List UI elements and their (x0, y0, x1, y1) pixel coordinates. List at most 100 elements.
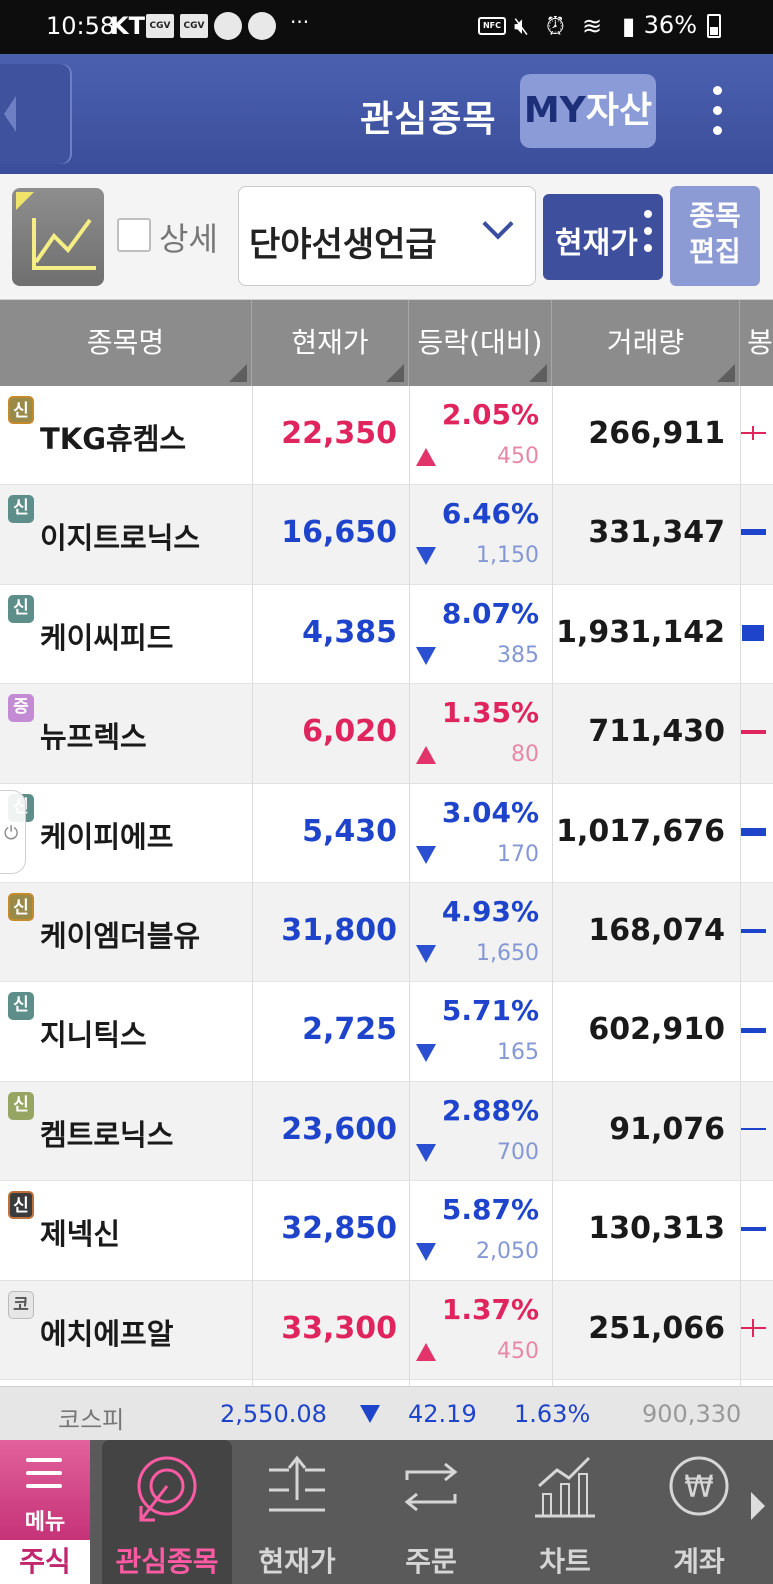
stock-price: 2,725 (302, 1012, 397, 1048)
price-mode-button[interactable]: 현재가 (543, 194, 663, 280)
price-mode-label: 현재가 (555, 226, 638, 261)
price-list-icon (269, 1455, 325, 1512)
battery-icon (707, 14, 721, 38)
stock-name: 지니틱스 (40, 1018, 147, 1053)
cgv-notification-icon: CGV (146, 14, 174, 38)
candle-icon (740, 730, 766, 735)
change-percent: 5.71% (441, 994, 539, 1028)
more-options-icon[interactable] (710, 86, 724, 136)
table-row[interactable]: 신 이지트로닉스 16,650 6.46% 1,150 331,347 (0, 485, 773, 585)
status-carrier: KT (110, 12, 145, 40)
stock-name: 케이피에프 (40, 819, 174, 854)
candle-icon (740, 426, 766, 440)
column-header-volume[interactable]: 거래량 (552, 300, 740, 386)
column-divider (409, 386, 410, 1386)
table-row[interactable]: 신 지니틱스 2,725 5.71% 165 602,910 (0, 982, 773, 1082)
up-arrow-icon (416, 448, 436, 466)
change-amount: 1,650 (476, 940, 539, 966)
hamburger-icon (26, 1458, 62, 1497)
candle-icon (742, 624, 764, 641)
candle-icon (740, 1318, 766, 1337)
stock-volume: 168,074 (588, 912, 725, 948)
table-row[interactable]: 신 제넥신 32,850 5.87% 2,050 130,313 (0, 1181, 773, 1281)
bar-chart-icon (535, 1456, 595, 1518)
change-percent: 3.04% (441, 795, 539, 829)
credit-badge: 신 (8, 1091, 34, 1120)
candle-icon (740, 928, 766, 933)
stock-name: 켐트로닉스 (40, 1117, 174, 1152)
stock-volume: 130,313 (588, 1211, 725, 1247)
edit-stocks-button[interactable]: 종목 편집 (670, 186, 760, 286)
candle-icon (740, 1227, 766, 1232)
table-row[interactable]: 신 켐트로닉스 23,600 2.88% 700 91,076 (0, 1081, 773, 1182)
nav-chart-label: 차트 (539, 1545, 591, 1578)
index-name: 코스피 (58, 1406, 125, 1434)
page-title: 관심종목 (360, 99, 497, 140)
app-header: 관심종목 MY자산 (0, 54, 773, 174)
stock-volume: 251,066 (588, 1310, 725, 1346)
starbucks-notification-icon (214, 12, 242, 40)
table-row[interactable]: 신 케이엠더블유 31,800 4.93% 1,650 168,074 (0, 882, 773, 983)
stock-tab[interactable]: 주식 (0, 1540, 90, 1584)
detail-label: 상세 (159, 220, 218, 258)
table-row[interactable]: 신 케이피에프 5,430 3.04% 170 1,017,676 (0, 784, 773, 883)
edit-stocks-label-1: 종목 (689, 199, 741, 232)
my-asset-prefix: MY (523, 90, 586, 131)
nav-current-price[interactable]: 현재가 (232, 1440, 362, 1584)
side-panel-handle[interactable]: ⏻ (0, 790, 26, 874)
down-arrow-icon (360, 1405, 380, 1423)
down-arrow-icon (416, 1143, 436, 1162)
stock-price: 31,800 (281, 912, 397, 948)
candle-icon (740, 1028, 766, 1034)
nav-watchlist[interactable]: 관심종목 (102, 1440, 232, 1584)
chart-view-button[interactable] (12, 188, 104, 286)
stock-name: 이지트로닉스 (40, 521, 201, 556)
menu-button[interactable]: 메뉴 주식 (0, 1440, 90, 1584)
back-button[interactable] (0, 64, 72, 164)
index-change: 42.19 (408, 1400, 477, 1428)
column-header-name[interactable]: 종목명 (0, 300, 252, 386)
nfc-icon: NFC (478, 17, 506, 35)
change-percent: 1.37% (441, 1292, 539, 1326)
change-percent: 6.46% (441, 497, 539, 531)
down-arrow-icon (416, 944, 436, 963)
nav-order[interactable]: 주문 (366, 1440, 496, 1584)
change-percent: 5.87% (441, 1193, 539, 1227)
my-asset-button[interactable]: MY자산 (520, 74, 656, 148)
column-header-candle[interactable]: 봉 (740, 300, 773, 386)
nav-current-price-label: 현재가 (258, 1545, 336, 1578)
bottom-navigation: 메뉴 주식 관심종목 현재가 주문 차트 ₩ 계좌 (0, 1440, 773, 1584)
candle-icon (740, 1127, 766, 1130)
nav-chart[interactable]: 차트 (500, 1440, 630, 1584)
more-notifications-icon: ··· (290, 10, 310, 34)
watchlist-group-select[interactable]: 단야선생언급 (238, 186, 536, 286)
wifi-icon: ≋ (582, 12, 603, 40)
index-volume: 900,330 (642, 1400, 742, 1428)
column-header-change[interactable]: 등락(대비) (409, 300, 552, 386)
down-arrow-icon (416, 547, 436, 566)
credit-badge: 신 (8, 396, 34, 424)
status-bar: 10:58 KT CGV CGV ··· NFC 🔇︎ ⏰︎ ≋ ▮ 36% (0, 0, 773, 54)
down-arrow-icon (416, 845, 436, 864)
margin-badge: 증 (8, 694, 34, 723)
market-index-bar[interactable]: 코스피 2,550.08 42.19 1.63% 900,330 (0, 1386, 773, 1440)
nav-account[interactable]: ₩ 계좌 (634, 1440, 764, 1584)
credit-badge: 신 (8, 992, 34, 1021)
candle-icon (740, 529, 766, 536)
vertical-dots-icon (644, 210, 652, 261)
stock-name: 에치에프알 (40, 1316, 174, 1351)
table-row[interactable]: 코 에치에프알 33,300 1.37% 450 251,066 (0, 1280, 773, 1380)
change-percent: 1.35% (441, 696, 539, 730)
line-chart-icon (16, 192, 96, 270)
detail-checkbox[interactable] (117, 218, 151, 252)
table-row[interactable]: 신 TKG휴켐스 22,350 2.05% 450 266,911 (0, 386, 773, 486)
stock-name: TKG휴켐스 (40, 422, 187, 456)
table-row[interactable]: 증 뉴프렉스 6,020 1.35% 80 711,430 (0, 684, 773, 784)
up-arrow-icon (416, 1342, 436, 1361)
nav-next-icon[interactable] (751, 1492, 765, 1520)
candle-icon (740, 827, 766, 836)
column-divider (252, 386, 253, 1386)
table-row[interactable]: 신 케이씨피드 4,385 8.07% 385 1,931,142 (0, 585, 773, 685)
stock-price: 23,600 (281, 1111, 397, 1147)
column-header-price[interactable]: 현재가 (252, 300, 409, 386)
